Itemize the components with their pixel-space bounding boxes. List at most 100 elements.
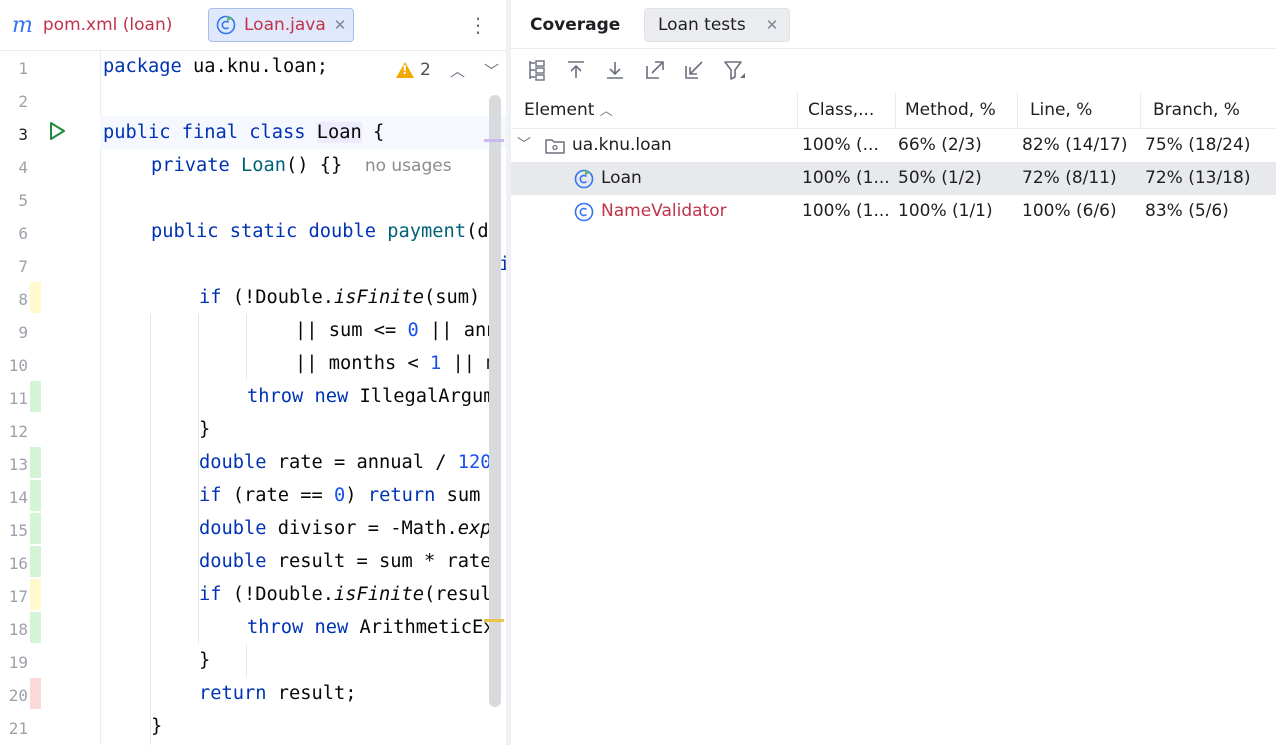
line-number: 12 — [8, 422, 28, 441]
line-coverage: 72% (8/11) — [1022, 168, 1117, 188]
more-tabs-icon[interactable]: ⋮ — [468, 10, 488, 40]
line-number: 20 — [8, 686, 28, 705]
partial-coverage-marker[interactable] — [30, 579, 41, 610]
coverage-table-header: Element ︿ Class,... Method, % Line, % Br… — [511, 92, 1276, 129]
column-divider[interactable] — [895, 92, 896, 128]
uncovered-marker[interactable] — [30, 678, 41, 709]
editor-pane: m pom.xml (loan) Loan.java ✕ ⋮ 123456789… — [0, 0, 506, 745]
covered-marker[interactable] — [30, 612, 41, 643]
java-class-test-icon — [574, 169, 594, 189]
partial-coverage-marker[interactable] — [30, 282, 41, 313]
expand-chevron-icon[interactable]: ﹀ — [517, 129, 531, 162]
line-number: 2 — [18, 92, 28, 111]
filter-icon[interactable] — [722, 58, 746, 82]
code-line-15: double divisor = -Math.exp — [199, 518, 492, 539]
line-number: 15 — [8, 521, 28, 540]
import-report-icon[interactable] — [682, 58, 706, 82]
no-usages-hint: no usages — [364, 156, 452, 176]
class-coverage: 100% (1... — [802, 168, 890, 188]
line-coverage: 100% (6/6) — [1022, 201, 1117, 221]
column-element[interactable]: Element ︿ — [524, 92, 613, 128]
flatten-packages-icon[interactable] — [525, 58, 549, 82]
line-coverage: 82% (14/17) — [1022, 135, 1128, 155]
scroll-mark — [484, 619, 504, 622]
code-line-17: if (!Double.isFinite(resul — [199, 584, 492, 605]
line-number: 19 — [8, 653, 28, 672]
code-line-20: return result; — [199, 683, 357, 704]
tab-loan-tests[interactable]: Loan tests ✕ — [644, 8, 790, 42]
column-class[interactable]: Class,... — [808, 92, 874, 128]
code-line-11: throw new IllegalArgum — [247, 386, 495, 407]
column-line[interactable]: Line, % — [1030, 92, 1092, 128]
inspection-widget[interactable]: 2 — [396, 60, 431, 80]
navigate-up-icon[interactable] — [564, 58, 588, 82]
line-number: 9 — [18, 323, 28, 342]
indent-guide — [150, 314, 151, 745]
sort-ascending-icon: ︿ — [599, 104, 613, 119]
export-report-icon[interactable] — [643, 58, 667, 82]
coverage-header: Coverage Loan tests ✕ — [511, 0, 1276, 49]
covered-marker[interactable] — [30, 546, 41, 577]
element-name: NameValidator — [601, 201, 727, 221]
code-line-19: } — [199, 650, 211, 671]
line-number: 13 — [8, 455, 28, 474]
method-coverage: 66% (2/3) — [898, 135, 982, 155]
scroll-mark — [484, 139, 504, 142]
line-number: 16 — [8, 554, 28, 573]
next-highlight-icon[interactable]: ﹀ — [484, 60, 499, 81]
warning-icon — [396, 62, 414, 78]
warning-count: 2 — [420, 60, 431, 80]
line-number: 6 — [18, 224, 28, 243]
coverage-title: Coverage — [530, 15, 621, 35]
column-divider[interactable] — [797, 92, 798, 128]
coverage-tool-window: Coverage Loan tests ✕ Element ︿ Class,..… — [511, 0, 1276, 745]
line-number: 4 — [18, 158, 28, 177]
line-number: 21 — [8, 719, 28, 738]
tab-loan-java[interactable]: Loan.java ✕ — [208, 8, 354, 42]
run-gutter-icon[interactable] — [46, 120, 68, 142]
covered-marker[interactable] — [30, 480, 41, 511]
tab-label: pom.xml (loan) — [42, 15, 173, 35]
close-tab-icon[interactable]: ✕ — [334, 16, 347, 34]
close-tab-icon[interactable]: ✕ — [766, 16, 779, 34]
line-number: 14 — [8, 488, 28, 507]
code-line-8: if (!Double.isFinite(sum) — [199, 287, 481, 308]
column-divider[interactable] — [1140, 92, 1141, 128]
line-number: 18 — [8, 620, 28, 639]
code-line-6: public static double payment(d — [151, 221, 489, 242]
maven-icon: m — [12, 12, 33, 38]
code-area[interactable]: package ua.knu.loan; public final class … — [100, 50, 506, 745]
method-coverage: 100% (1/1) — [898, 201, 993, 221]
class-coverage: 100% (1... — [802, 201, 890, 221]
code-line-21: } — [151, 716, 163, 737]
column-method[interactable]: Method, % — [905, 92, 996, 128]
class-coverage: 100% (... — [802, 135, 879, 155]
table-row-loan[interactable]: Loan 100% (1... 50% (1/2) 72% (8/11) 72%… — [511, 162, 1276, 195]
covered-marker[interactable] — [30, 513, 41, 544]
column-branch[interactable]: Branch, % — [1153, 92, 1240, 128]
covered-marker[interactable] — [30, 381, 41, 412]
code-line-10: || months < 1 || m — [295, 353, 498, 374]
table-row-package[interactable]: ﹀ ua.knu.loan 100% (... 66% (2/3) 82% (1… — [511, 129, 1276, 162]
tab-pom-xml[interactable]: m pom.xml (loan) — [12, 8, 172, 42]
code-line-3: public final class Loan { — [103, 122, 385, 143]
line-number: 11 — [8, 389, 28, 408]
indent-guide — [246, 314, 247, 380]
line-number: 8 — [18, 290, 28, 309]
element-name: ua.knu.loan — [572, 135, 672, 155]
code-line-14: if (rate == 0) return sum — [199, 485, 481, 506]
code-line-13: double rate = annual / 120 — [199, 452, 492, 473]
previous-highlight-icon[interactable]: ︿ — [450, 60, 465, 81]
table-row-namevalidator[interactable]: NameValidator 100% (1... 100% (1/1) 100%… — [511, 195, 1276, 228]
line-number: 7 — [18, 257, 28, 276]
editor-scrollbar[interactable] — [489, 95, 501, 707]
covered-marker[interactable] — [30, 447, 41, 478]
line-number: 1 — [18, 59, 28, 78]
navigate-down-icon[interactable] — [603, 58, 627, 82]
branch-coverage: 72% (13/18) — [1145, 168, 1251, 188]
tab-label: Loan tests — [658, 15, 746, 35]
branch-coverage: 75% (18/24) — [1145, 135, 1251, 155]
column-divider[interactable] — [1017, 92, 1018, 128]
line-number: 5 — [18, 191, 28, 210]
package-icon — [545, 139, 565, 154]
